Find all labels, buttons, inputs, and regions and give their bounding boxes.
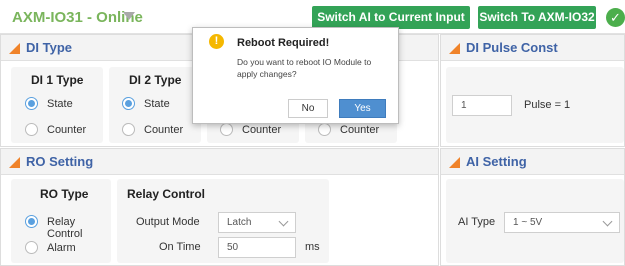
- ro-alarm-label: Alarm: [47, 242, 76, 254]
- di2-counter-radio[interactable]: [122, 123, 135, 136]
- chevron-down-icon: [278, 216, 289, 227]
- check-status-icon[interactable]: ✓: [606, 8, 625, 27]
- ro-relay-control-label: Relay Control: [47, 216, 83, 240]
- output-mode-label: Output Mode: [136, 216, 200, 228]
- di-type-title: DI Type: [26, 40, 72, 55]
- di2-state-label: State: [144, 98, 170, 110]
- device-dropdown-caret-icon[interactable]: [123, 12, 135, 20]
- yes-button[interactable]: Yes: [339, 99, 386, 118]
- di2-counter-label: Counter: [144, 124, 184, 136]
- di4-counter-label: Counter: [340, 124, 380, 136]
- ai-type-card: AI Type 1 ~ 5V: [446, 179, 624, 263]
- di2-type-card: DI 2 Type State Counter: [109, 67, 201, 143]
- ai-setting-header: AI Setting: [441, 149, 624, 175]
- on-time-label: On Time: [159, 241, 201, 253]
- output-mode-value: Latch: [227, 217, 252, 228]
- di-pulse-card: 1 Pulse = 1: [446, 67, 624, 143]
- ai-type-label: AI Type: [458, 216, 496, 228]
- chevron-down-icon: [602, 216, 613, 227]
- dialog-title: Reboot Required!: [237, 37, 330, 49]
- di1-type-card: DI 1 Type State Counter: [11, 67, 103, 143]
- ro-alarm-radio[interactable]: [25, 241, 38, 254]
- di1-counter-radio[interactable]: [25, 123, 38, 136]
- relay-control-card: Relay Control Output Mode Latch On Time …: [117, 179, 329, 263]
- di-pulse-panel: DI Pulse Const 1 Pulse = 1: [440, 34, 625, 147]
- ai-type-select[interactable]: 1 ~ 5V: [504, 212, 620, 233]
- di1-counter-label: Counter: [47, 124, 87, 136]
- ro-relay-control-radio[interactable]: [25, 215, 38, 228]
- di3-counter-radio[interactable]: [220, 123, 233, 136]
- ro-type-card: RO Type Relay Control Alarm: [11, 179, 111, 263]
- relay-control-title: Relay Control: [127, 187, 206, 201]
- ai-setting-title: AI Setting: [466, 154, 527, 169]
- panel-triangle-icon: [9, 157, 20, 168]
- switch-ai-current-button[interactable]: Switch AI to Current Input: [312, 6, 470, 29]
- di-pulse-header: DI Pulse Const: [441, 35, 624, 61]
- reboot-dialog: ! Reboot Required! Do you want to reboot…: [192, 27, 399, 124]
- di3-counter-label: Counter: [242, 124, 282, 136]
- di-pulse-title: DI Pulse Const: [466, 40, 558, 55]
- di1-type-title: DI 1 Type: [31, 73, 84, 87]
- ro-setting-panel: RO Setting RO Type Relay Control Alarm R…: [0, 148, 439, 266]
- ro-setting-header: RO Setting: [1, 149, 438, 175]
- no-button[interactable]: No: [288, 99, 328, 118]
- on-time-input[interactable]: 50: [218, 237, 296, 258]
- switch-axm-io32-button[interactable]: Switch To AXM-IO32: [478, 6, 596, 29]
- panel-triangle-icon: [9, 43, 20, 54]
- ai-setting-panel: AI Setting AI Type 1 ~ 5V: [440, 148, 625, 266]
- on-time-unit: ms: [305, 241, 320, 253]
- output-mode-select[interactable]: Latch: [218, 212, 296, 233]
- panel-triangle-icon: [449, 43, 460, 54]
- di1-state-radio[interactable]: [25, 97, 38, 110]
- di2-type-title: DI 2 Type: [129, 73, 182, 87]
- pulse-const-input[interactable]: 1: [452, 95, 512, 116]
- ro-setting-title: RO Setting: [26, 154, 94, 169]
- di1-state-label: State: [47, 98, 73, 110]
- pulse-const-text: Pulse = 1: [524, 99, 571, 111]
- warning-icon: !: [209, 34, 224, 49]
- di4-counter-radio[interactable]: [318, 123, 331, 136]
- di2-state-radio[interactable]: [122, 97, 135, 110]
- dialog-message: Do you want to reboot IO Module to apply…: [237, 57, 372, 79]
- panel-triangle-icon: [449, 157, 460, 168]
- ro-type-title: RO Type: [40, 187, 89, 201]
- ai-type-value: 1 ~ 5V: [513, 217, 543, 228]
